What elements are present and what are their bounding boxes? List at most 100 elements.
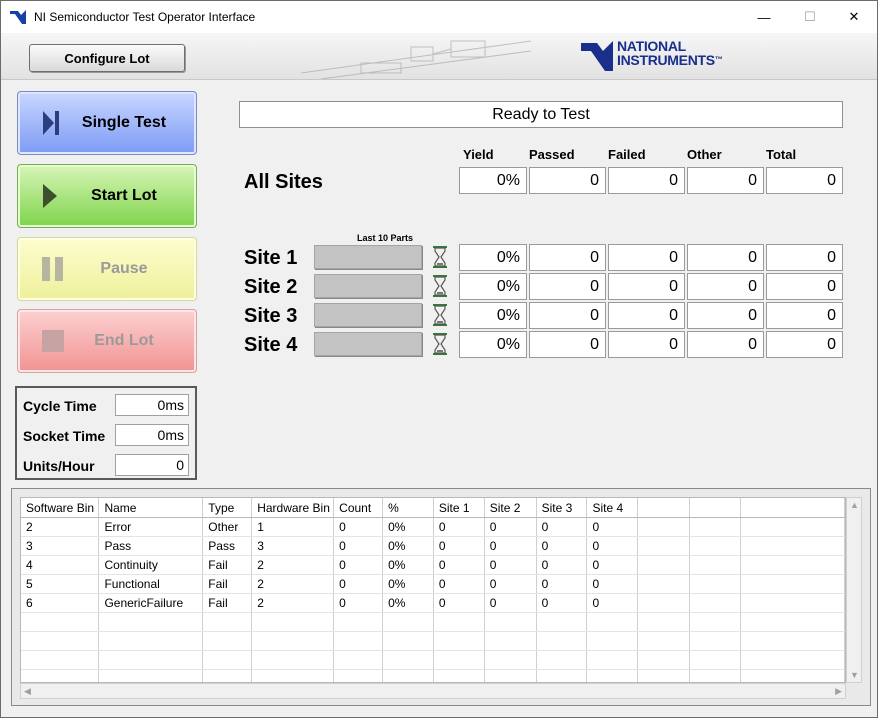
column-header[interactable]: Site 4 xyxy=(586,498,639,518)
table-row[interactable] xyxy=(21,612,845,632)
table-cell xyxy=(202,650,253,670)
table-cell: 0 xyxy=(586,517,639,537)
cycle-time-row: Cycle Time 0ms xyxy=(23,394,193,418)
socket-time-row: Socket Time 0ms xyxy=(23,424,193,448)
maximize-button[interactable]: ☐ xyxy=(787,1,833,33)
column-header[interactable] xyxy=(740,498,845,518)
scroll-down-icon[interactable]: ▼ xyxy=(850,670,859,680)
table-cell xyxy=(202,669,253,682)
cycle-time-label: Cycle Time xyxy=(23,398,97,414)
table-cell xyxy=(251,612,335,632)
end-lot-button[interactable]: End Lot xyxy=(17,309,197,373)
table-cell xyxy=(586,612,639,632)
table-row[interactable]: 5 Functional Fail 2 0 0% 0 0 0 0 xyxy=(21,574,845,594)
table-cell: 0 xyxy=(333,536,384,556)
table-cell: 0% xyxy=(382,574,434,594)
hourglass-icon xyxy=(433,333,447,355)
table-cell: Other xyxy=(202,517,253,537)
table-row[interactable] xyxy=(21,669,845,682)
all-sites-total: 0 xyxy=(766,167,843,194)
column-header[interactable]: Site 1 xyxy=(433,498,485,518)
table-row[interactable] xyxy=(21,631,845,651)
all-sites-label: All Sites xyxy=(244,171,323,193)
table-cell: Fail xyxy=(202,555,253,575)
table-cell: 0 xyxy=(333,593,384,613)
table-cell xyxy=(740,593,845,613)
scroll-up-icon[interactable]: ▲ xyxy=(850,500,859,510)
header-yield: Yield xyxy=(463,147,494,162)
title-bar: NI Semiconductor Test Operator Interface… xyxy=(1,1,877,33)
bin-table[interactable]: Software Bin Name Type Hardware Bin Count% Si… xyxy=(20,497,846,683)
minimize-button[interactable]: — xyxy=(741,1,787,33)
pause-button[interactable]: Pause xyxy=(17,237,197,301)
table-cell xyxy=(689,574,741,594)
table-cell xyxy=(202,631,253,651)
all-sites-other: 0 xyxy=(687,167,764,194)
table-cell: 0 xyxy=(484,555,537,575)
table-row[interactable]: 2 Error Other 1 0 0% 0 0 0 0 xyxy=(21,517,845,537)
table-row[interactable]: 6 GenericFailure Fail 2 0 0% 0 0 0 0 xyxy=(21,593,845,613)
site-1-total: 0 xyxy=(766,244,843,271)
column-header[interactable]: Type xyxy=(202,498,253,518)
column-header[interactable]: Site 3 xyxy=(536,498,588,518)
site-3-yield: 0% xyxy=(459,302,527,329)
column-header[interactable]: Hardware Bin xyxy=(251,498,335,518)
column-header[interactable]: Software Bin xyxy=(21,498,100,518)
table-cell xyxy=(382,631,434,651)
table-cell xyxy=(740,612,845,632)
table-cell xyxy=(536,650,588,670)
column-header[interactable]: Count xyxy=(333,498,384,518)
units-hour-label: Units/Hour xyxy=(23,458,95,474)
end-lot-label: End Lot xyxy=(94,332,154,349)
all-sites-passed: 0 xyxy=(529,167,606,194)
table-cell xyxy=(333,612,384,632)
table-row[interactable] xyxy=(21,650,845,670)
units-hour-row: Units/Hour 0 xyxy=(23,454,193,478)
configure-lot-button[interactable]: Configure Lot xyxy=(29,44,185,72)
all-sites-yield: 0% xyxy=(459,167,527,194)
table-row[interactable]: 4 Continuity Fail 2 0 0% 0 0 0 0 xyxy=(21,555,845,575)
column-header[interactable] xyxy=(637,498,690,518)
table-cell: 0 xyxy=(433,517,485,537)
table-cell xyxy=(689,593,741,613)
table-cell: 2 xyxy=(251,593,335,613)
column-header[interactable]: % xyxy=(382,498,434,518)
table-cell xyxy=(637,517,690,537)
vertical-scrollbar[interactable]: ▲ ▼ xyxy=(846,497,862,683)
column-header[interactable] xyxy=(689,498,741,518)
site-1-passed: 0 xyxy=(529,244,606,271)
table-cell xyxy=(98,631,204,651)
table-cell xyxy=(433,669,485,682)
scroll-right-icon[interactable]: ▶ xyxy=(835,686,842,697)
single-test-button[interactable]: Single Test xyxy=(17,91,197,155)
table-cell xyxy=(98,669,204,682)
header-failed: Failed xyxy=(608,147,646,162)
scroll-left-icon[interactable]: ◀ xyxy=(24,686,31,697)
site-2-passed: 0 xyxy=(529,273,606,300)
start-lot-button[interactable]: Start Lot xyxy=(17,164,197,228)
table-cell xyxy=(740,536,845,556)
table-cell xyxy=(586,631,639,651)
hourglass-icon xyxy=(433,246,447,268)
table-cell: Continuity xyxy=(98,555,204,575)
table-cell xyxy=(536,669,588,682)
table-cell: Error xyxy=(98,517,204,537)
table-cell xyxy=(433,631,485,651)
close-button[interactable]: ✕ xyxy=(831,1,877,33)
column-header[interactable]: Site 2 xyxy=(484,498,537,518)
table-cell xyxy=(637,574,690,594)
table-cell: 0 xyxy=(536,555,588,575)
timing-panel: Cycle Time 0ms Socket Time 0ms Units/Hou… xyxy=(15,386,197,480)
table-cell: 3 xyxy=(21,536,100,556)
table-cell: 5 xyxy=(21,574,100,594)
table-cell xyxy=(740,574,845,594)
pause-label: Pause xyxy=(100,260,148,277)
table-cell xyxy=(484,631,537,651)
column-header[interactable]: Name xyxy=(98,498,204,518)
site-4-last10-bar xyxy=(314,332,422,356)
site-1-last10-bar xyxy=(314,245,422,269)
horizontal-scrollbar[interactable]: ◀ ▶ xyxy=(20,683,846,699)
table-row[interactable]: 3 Pass Pass 3 0 0% 0 0 0 0 xyxy=(21,536,845,556)
table-cell xyxy=(333,650,384,670)
site-2-other: 0 xyxy=(687,273,764,300)
